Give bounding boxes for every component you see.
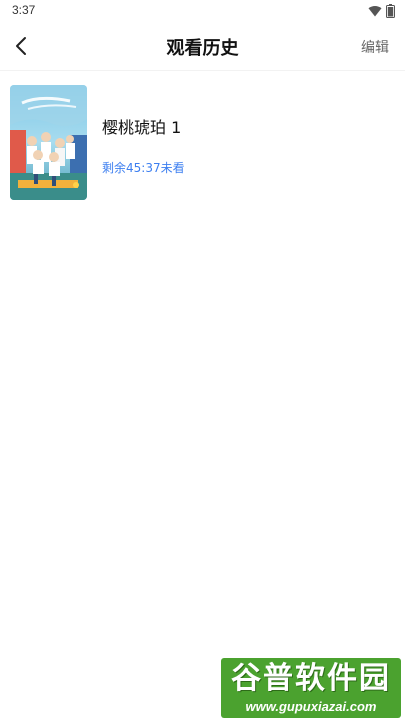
item-title: 樱桃琥珀 1 <box>102 118 182 137</box>
watermark-logo: 谷普软件园 www.gupuxiazai.com <box>221 658 401 718</box>
edit-button[interactable]: 编辑 <box>361 37 389 57</box>
status-icons <box>368 4 395 18</box>
history-list: 樱桃琥珀 1 剩余45:37未看 <box>0 71 405 215</box>
page-title: 观看历史 <box>166 38 239 59</box>
nav-bar: 观看历史 编辑 <box>0 22 405 71</box>
watermark-name: 谷普软件园 <box>231 661 391 696</box>
poster-image[interactable] <box>10 85 87 200</box>
status-time: 3:37 <box>12 3 36 17</box>
wifi-icon <box>368 5 382 17</box>
history-item[interactable]: 樱桃琥珀 1 剩余45:37未看 <box>0 71 405 215</box>
watermark-url: www.gupuxiazai.com <box>245 699 377 714</box>
item-progress: 剩余45:37未看 <box>102 161 185 175</box>
battery-icon <box>386 4 395 18</box>
status-bar: 3:37 <box>0 0 405 22</box>
